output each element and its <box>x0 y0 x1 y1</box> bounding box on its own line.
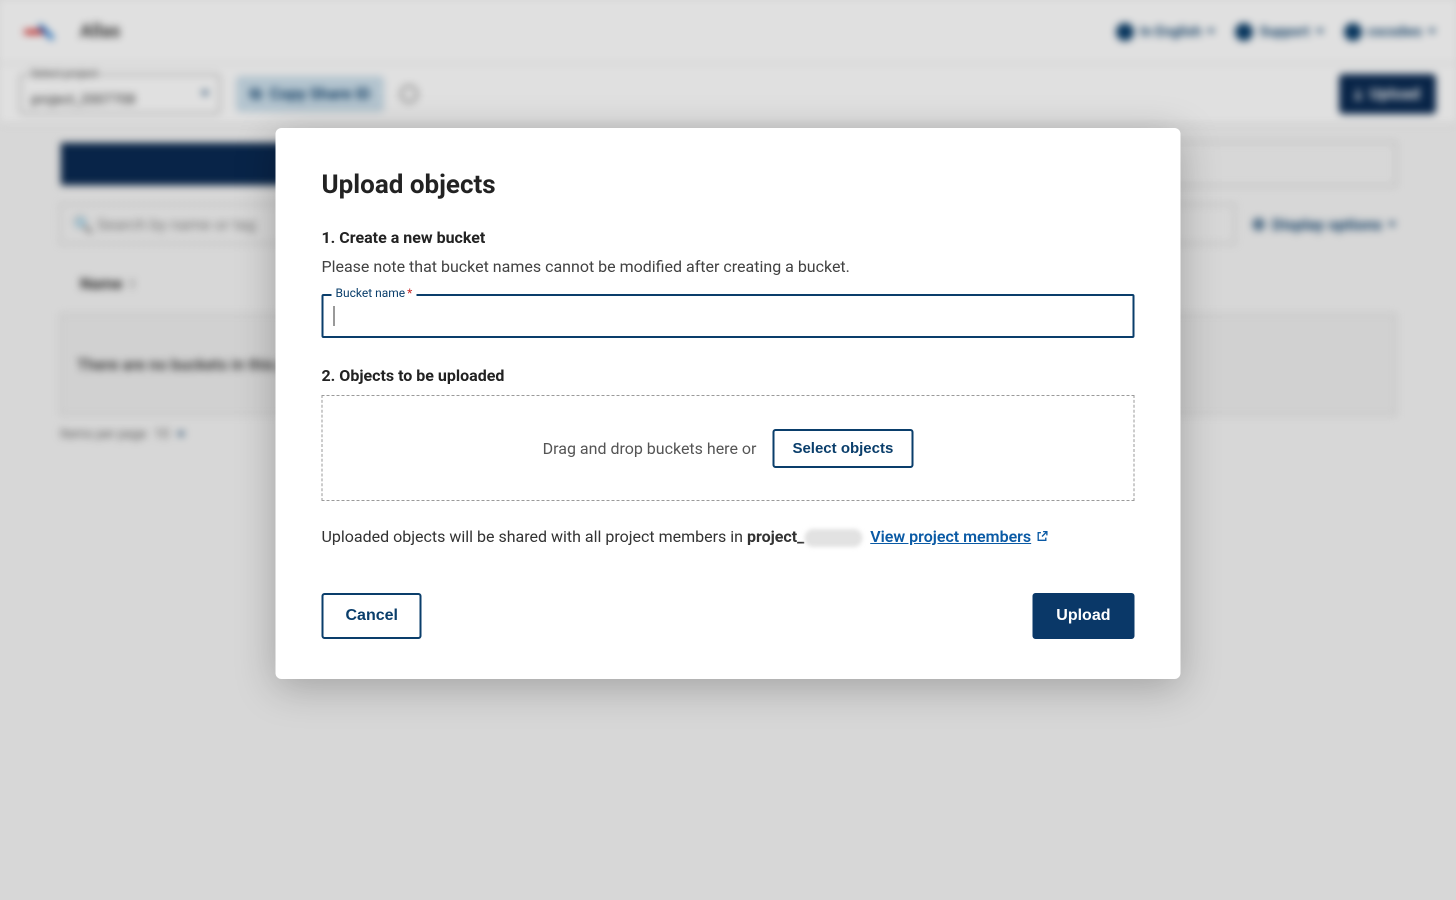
step2-title: 2. Objects to be uploaded <box>322 366 1135 385</box>
required-asterisk: * <box>407 286 412 300</box>
upload-modal: Upload objects 1. Create a new bucket Pl… <box>276 128 1181 679</box>
step1-note: Please note that bucket names cannot be … <box>322 257 1135 276</box>
modal-actions: Cancel Upload <box>322 593 1135 639</box>
external-link-icon <box>1035 530 1048 543</box>
dropzone-text: Drag and drop buckets here or <box>543 439 757 458</box>
text-cursor <box>334 306 335 326</box>
bucket-name-label-text: Bucket name <box>336 286 406 300</box>
modal-title: Upload objects <box>322 170 1135 200</box>
step1-title: 1. Create a new bucket <box>322 228 1135 247</box>
upload-confirm-button[interactable]: Upload <box>1032 593 1134 639</box>
select-objects-button[interactable]: Select objects <box>772 429 913 468</box>
bucket-name-field-wrap: Bucket name* <box>322 294 1135 338</box>
project-name: project_ <box>747 527 804 546</box>
view-members-label: View project members <box>870 527 1031 546</box>
view-members-link[interactable]: View project members <box>870 527 1048 546</box>
cancel-button[interactable]: Cancel <box>322 593 422 639</box>
share-prefix-text: Uploaded objects will be shared with all… <box>322 527 747 546</box>
redacted-text <box>804 529 862 547</box>
share-info: Uploaded objects will be shared with all… <box>322 527 1135 547</box>
bucket-name-input[interactable] <box>322 294 1135 338</box>
dropzone[interactable]: Drag and drop buckets here or Select obj… <box>322 395 1135 501</box>
bucket-name-label: Bucket name* <box>332 286 417 300</box>
